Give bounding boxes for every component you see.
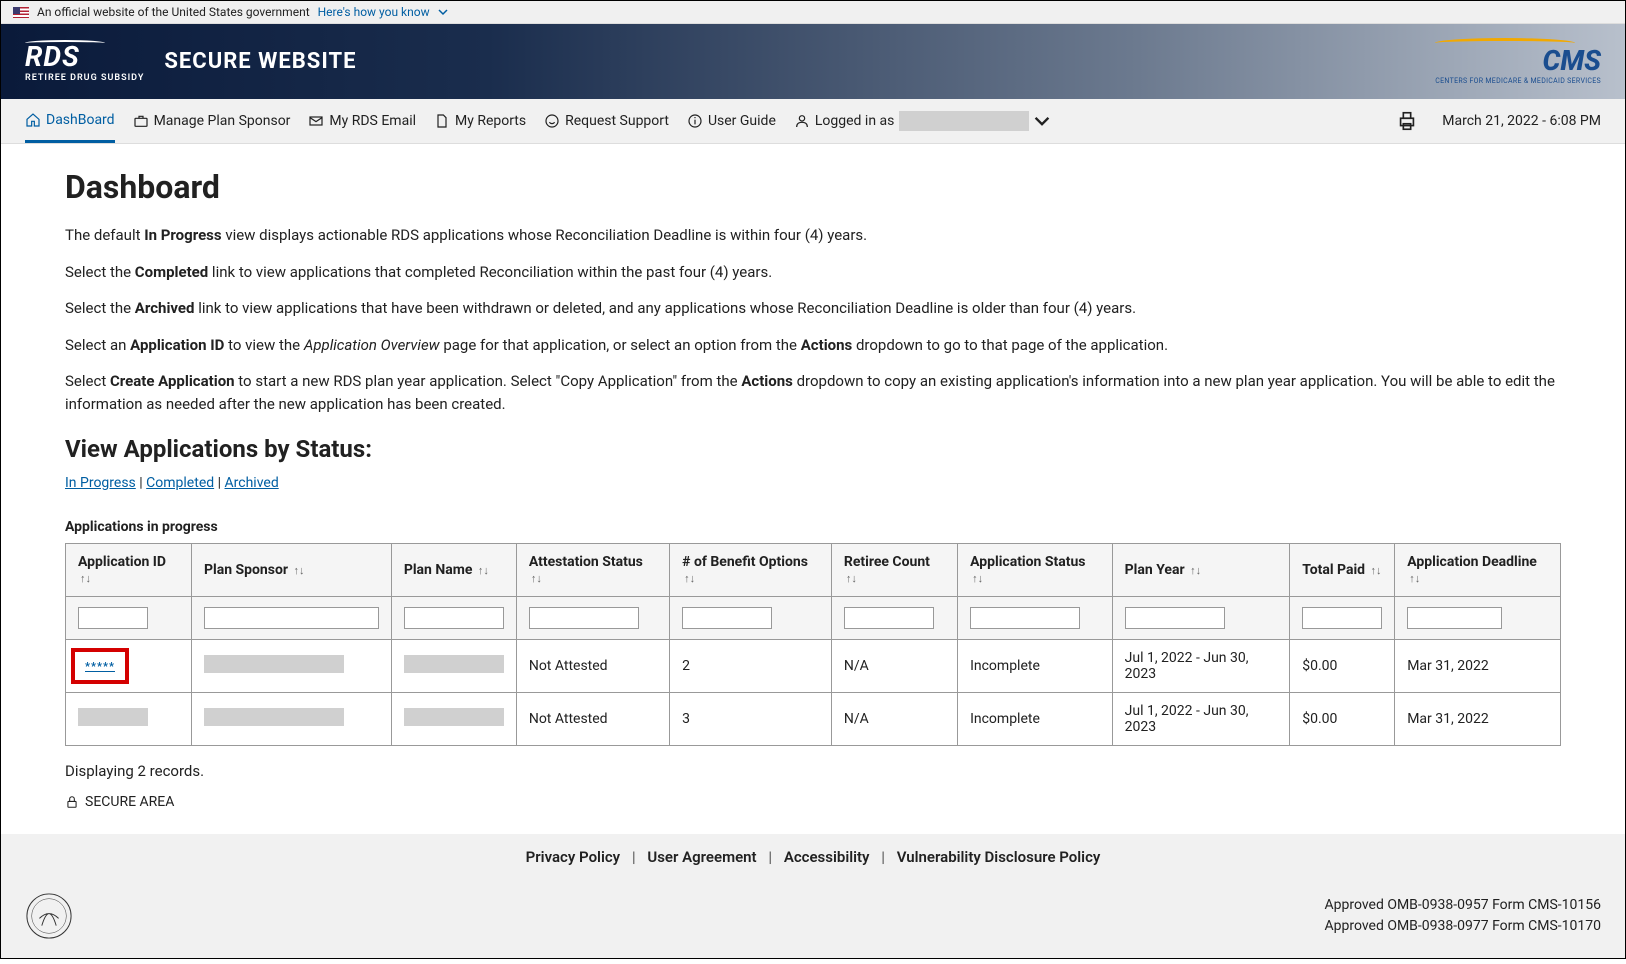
redacted <box>404 655 504 673</box>
col-plan-year[interactable]: Plan Year ↑↓ <box>1112 544 1290 597</box>
col-plan-name[interactable]: Plan Name ↑↓ <box>391 544 516 597</box>
filter-total-paid[interactable] <box>1302 607 1382 629</box>
col-attestation[interactable]: Attestation Status ↑↓ <box>516 544 669 597</box>
rds-logo: RDS RETIREE DRUG SUBSIDY <box>25 40 144 83</box>
redacted <box>404 708 504 726</box>
user-name-redacted <box>899 111 1029 131</box>
navbar: DashBoard Manage Plan Sponsor My RDS Ema… <box>1 99 1625 144</box>
main-content: Dashboard The default In Progress view d… <box>1 144 1625 834</box>
header: RDS RETIREE DRUG SUBSIDY SECURE WEBSITE … <box>1 24 1625 99</box>
filter-plan-sponsor[interactable] <box>204 607 379 629</box>
redacted <box>204 655 344 673</box>
gov-banner-text: An official website of the United States… <box>37 5 310 19</box>
gov-banner: An official website of the United States… <box>1 1 1625 24</box>
page-title: Dashboard <box>65 168 1561 206</box>
cell-attestation: Not Attested <box>516 640 669 693</box>
cell-total-paid: $0.00 <box>1290 693 1395 746</box>
chevron-down-icon <box>438 7 448 17</box>
filter-retiree-count[interactable] <box>844 607 934 629</box>
cell-deadline: Mar 31, 2022 <box>1395 693 1561 746</box>
user-icon <box>794 113 810 129</box>
footer-vulnerability[interactable]: Vulnerability Disclosure Policy <box>897 848 1101 866</box>
section-title: View Applications by Status: <box>65 435 1561 463</box>
filter-plan-name[interactable] <box>404 607 504 629</box>
col-app-deadline[interactable]: Application Deadline ↑↓ <box>1395 544 1561 597</box>
table-row: ***** Not Attested 2 N/A Incomplete Jul … <box>66 640 1561 693</box>
cell-total-paid: $0.00 <box>1290 640 1395 693</box>
table-caption: Applications in progress <box>65 519 1561 535</box>
briefcase-icon <box>133 113 149 129</box>
filter-plan-year[interactable] <box>1125 607 1225 629</box>
link-archived[interactable]: Archived <box>225 475 279 491</box>
info-icon <box>687 113 703 129</box>
gov-banner-link[interactable]: Here's how you know <box>318 5 430 19</box>
footer-privacy[interactable]: Privacy Policy <box>526 848 620 866</box>
hhs-seal-icon <box>25 892 73 940</box>
table-row: Not Attested 3 N/A Incomplete Jul 1, 202… <box>66 693 1561 746</box>
intro-p3: Select the Archived link to view applica… <box>65 297 1561 320</box>
footer-accessibility[interactable]: Accessibility <box>784 848 870 866</box>
filter-app-id[interactable] <box>78 607 148 629</box>
nav-dashboard[interactable]: DashBoard <box>25 100 115 143</box>
footer-bottom: Approved OMB-0938-0957 Form CMS-10156 Ap… <box>1 880 1625 958</box>
filter-benefit-options[interactable] <box>682 607 772 629</box>
intro-p2: Select the Completed link to view applic… <box>65 261 1561 284</box>
approved-text: Approved OMB-0938-0957 Form CMS-10156 Ap… <box>1325 895 1602 937</box>
mail-icon <box>308 113 324 129</box>
filter-app-deadline[interactable] <box>1407 607 1502 629</box>
footer-links: Privacy Policy | User Agreement | Access… <box>1 834 1625 880</box>
flag-icon <box>13 7 29 18</box>
nav-request-support[interactable]: Request Support <box>544 101 669 141</box>
nav-user-guide[interactable]: User Guide <box>687 101 776 141</box>
cell-benefit-options: 3 <box>670 693 832 746</box>
status-links: In Progress | Completed | Archived <box>65 475 1561 491</box>
cell-app-status: Incomplete <box>958 693 1113 746</box>
document-icon <box>434 113 450 129</box>
col-plan-sponsor[interactable]: Plan Sponsor ↑↓ <box>191 544 391 597</box>
footer-user-agreement[interactable]: User Agreement <box>647 848 756 866</box>
cms-logo: CMS CENTERS FOR MEDICARE & MEDICAID SERV… <box>1435 38 1601 85</box>
cell-plan-year: Jul 1, 2022 - Jun 30, 2023 <box>1112 693 1290 746</box>
home-icon <box>25 112 41 128</box>
highlighted-app-id: ***** <box>71 648 129 684</box>
nav-my-rds-email[interactable]: My RDS Email <box>308 101 416 141</box>
secure-website-text: SECURE WEBSITE <box>164 49 356 74</box>
cell-retiree-count: N/A <box>831 693 957 746</box>
link-in-progress[interactable]: In Progress <box>65 475 136 491</box>
nav-manage-plan-sponsor[interactable]: Manage Plan Sponsor <box>133 101 291 141</box>
col-app-id[interactable]: Application ID ↑↓ <box>66 544 192 597</box>
link-completed[interactable]: Completed <box>146 475 214 491</box>
app-id-link[interactable]: ***** <box>85 660 115 673</box>
applications-table: Application ID ↑↓ Plan Sponsor ↑↓ Plan N… <box>65 543 1561 746</box>
redacted <box>78 708 148 726</box>
redacted <box>204 708 344 726</box>
print-icon[interactable] <box>1396 110 1418 132</box>
col-retiree-count[interactable]: Retiree Count ↑↓ <box>831 544 957 597</box>
cell-app-status: Incomplete <box>958 640 1113 693</box>
filter-attestation[interactable] <box>529 607 639 629</box>
support-icon <box>544 113 560 129</box>
intro-p5: Select Create Application to start a new… <box>65 370 1561 415</box>
intro-p4: Select an Application ID to view the App… <box>65 334 1561 357</box>
nav-logged-in[interactable]: Logged in as <box>794 99 1051 143</box>
filter-app-status[interactable] <box>970 607 1080 629</box>
intro-p1: The default In Progress view displays ac… <box>65 224 1561 247</box>
secure-area: SECURE AREA <box>65 794 1561 810</box>
records-count: Displaying 2 records. <box>65 762 1561 780</box>
cell-plan-year: Jul 1, 2022 - Jun 30, 2023 <box>1112 640 1290 693</box>
col-benefit-options[interactable]: # of Benefit Options ↑↓ <box>670 544 832 597</box>
lock-icon <box>65 795 79 809</box>
chevron-down-icon <box>1034 113 1050 129</box>
timestamp: March 21, 2022 - 6:08 PM <box>1442 113 1601 129</box>
cell-attestation: Not Attested <box>516 693 669 746</box>
cell-deadline: Mar 31, 2022 <box>1395 640 1561 693</box>
cell-retiree-count: N/A <box>831 640 957 693</box>
nav-my-reports[interactable]: My Reports <box>434 101 526 141</box>
col-total-paid[interactable]: Total Paid ↑↓ <box>1290 544 1395 597</box>
col-app-status[interactable]: Application Status ↑↓ <box>958 544 1113 597</box>
cell-benefit-options: 2 <box>670 640 832 693</box>
